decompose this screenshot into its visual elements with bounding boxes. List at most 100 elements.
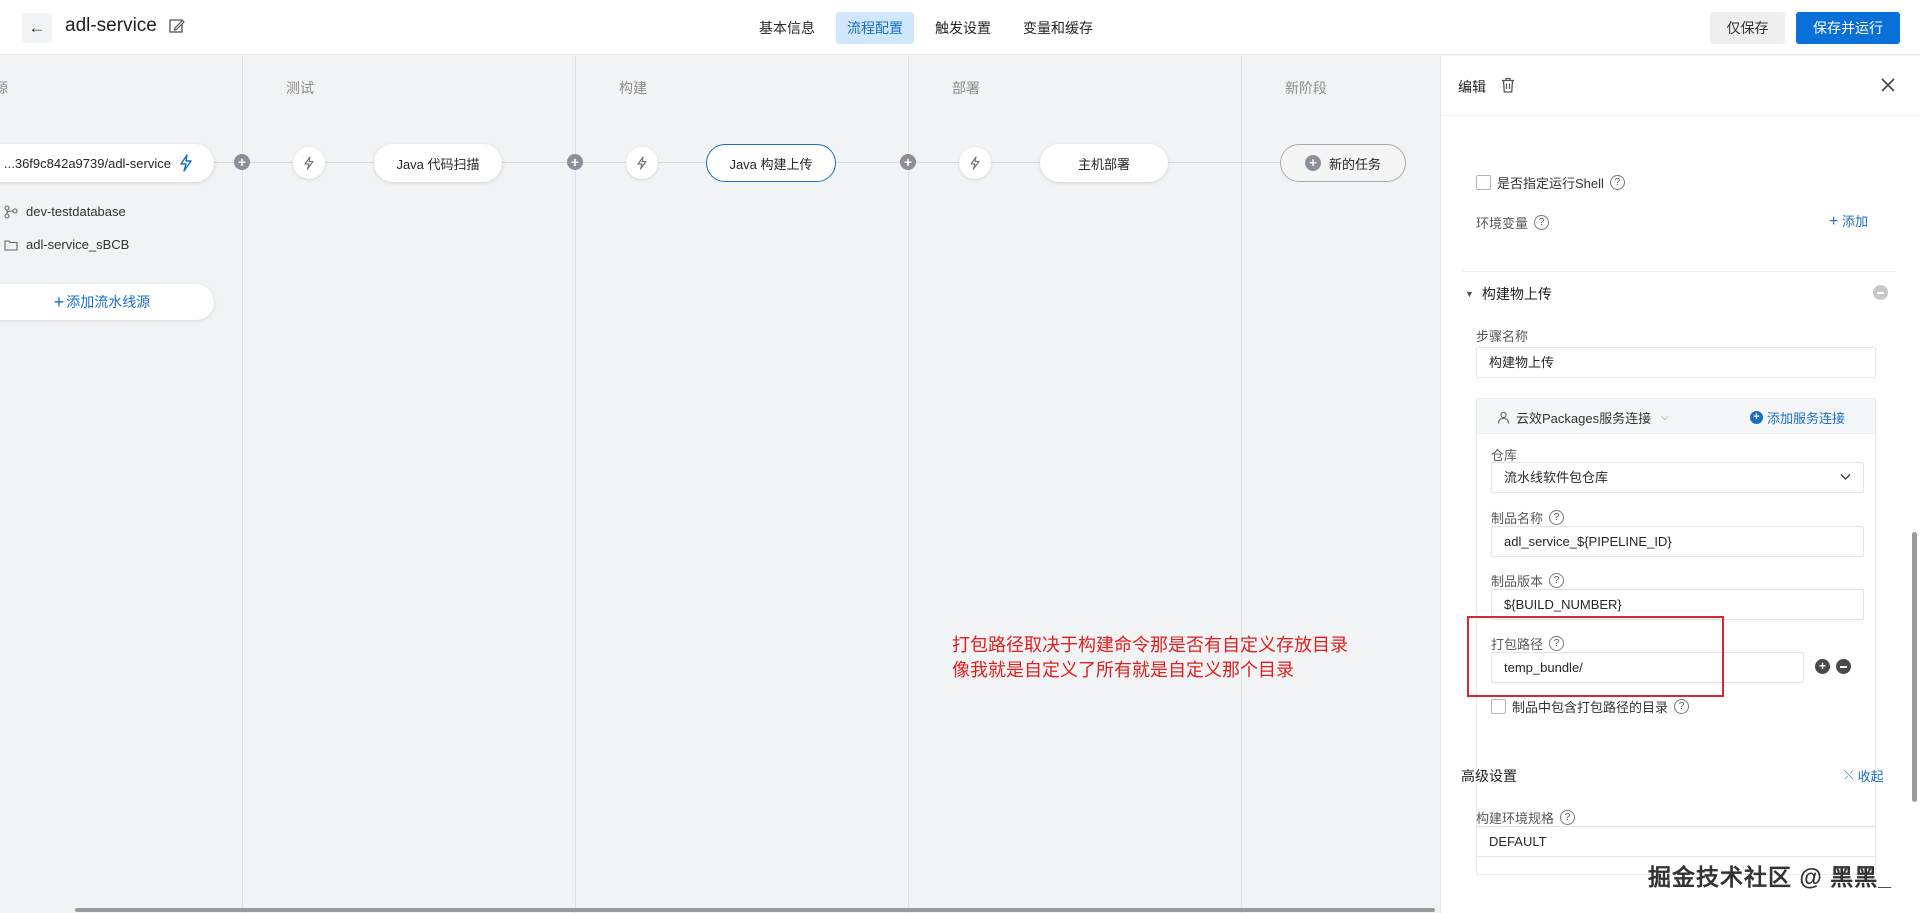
repo-select[interactable]: 流水线软件包仓库 — [1491, 462, 1864, 493]
highlight-box — [1467, 616, 1724, 697]
tab-trigger-settings[interactable]: 触发设置 — [924, 12, 1002, 44]
shell-option: 是否指定运行Shell ? — [1476, 173, 1625, 192]
service-connection-bar: 云效Packages服务连接 ⌵ + 添加服务连接 — [1476, 398, 1876, 434]
annotation-note: 打包路径取决于构建命令那是否有自定义存放目录 像我就是自定义了所有就是自定义那个… — [952, 633, 1348, 683]
trigger-lightning-icon[interactable] — [293, 147, 325, 179]
annotation-line-2: 像我就是自定义了所有就是自定义那个目录 — [952, 660, 1294, 680]
step-name-input[interactable]: 构建物上传 — [1476, 347, 1876, 378]
add-path-plus-icon[interactable]: + — [1815, 659, 1830, 674]
trigger-lightning-icon[interactable] — [626, 147, 658, 179]
artifact-name-field: 制品名称 ? — [1491, 508, 1565, 527]
collapse-icon: ⤬ — [1844, 768, 1854, 782]
add-service-connection-label: 添加服务连接 — [1767, 411, 1846, 426]
add-env-label: 添加 — [1841, 214, 1868, 229]
add-stage-plus-icon[interactable]: + — [234, 154, 250, 170]
top-bar: ← adl-service 基本信息 流程配置 触发设置 变量和缓存 仅保存 保… — [0, 0, 1920, 55]
plus-circle-icon: + — [1750, 411, 1763, 424]
shell-checkbox[interactable] — [1476, 175, 1491, 190]
plus-icon: + — [53, 291, 65, 312]
stage-divider — [575, 56, 576, 913]
help-icon[interactable]: ? — [1674, 699, 1690, 714]
stage-label-source: 源 — [0, 80, 8, 96]
source-repo-node[interactable]: ...36f9c842a9739/adl-service — [0, 144, 214, 182]
section-header[interactable]: ▼ 构建物上传 — [1465, 284, 1552, 304]
stage-label-test: 测试 — [286, 80, 314, 96]
service-connection-label: 云效Packages服务连接 — [1516, 411, 1652, 426]
step-name-label: 步骤名称 — [1476, 329, 1529, 344]
build-env-select[interactable]: DEFAULT — [1476, 826, 1876, 857]
env-vars-label: 环境变量 — [1476, 216, 1529, 231]
remove-path-minus-icon[interactable] — [1836, 659, 1851, 674]
panel-title: 编辑 — [1458, 79, 1486, 95]
add-service-connection-link[interactable]: + 添加服务连接 — [1750, 408, 1845, 427]
task-java-build-upload[interactable]: Java 构建上传 — [706, 144, 836, 182]
add-pipeline-source-button[interactable]: + 添加流水线源 — [0, 284, 214, 320]
tab-flow-config[interactable]: 流程配置 — [836, 12, 914, 44]
env-vars: 环境变量 ? — [1476, 213, 1550, 232]
shell-checkbox-label: 是否指定运行Shell — [1497, 176, 1604, 191]
task-java-code-scan[interactable]: Java 代码扫描 — [374, 144, 502, 182]
tab-variables-cache[interactable]: 变量和缓存 — [1012, 12, 1104, 44]
service-connection-select[interactable]: 云效Packages服务连接 ⌵ — [1497, 408, 1669, 427]
trigger-lightning-icon[interactable] — [959, 147, 991, 179]
section-title: 构建物上传 — [1481, 286, 1552, 302]
add-env-var-link[interactable]: + 添加 — [1829, 211, 1868, 231]
include-dir-option: 制品中包含打包路径的目录 ? — [1491, 697, 1690, 716]
include-dir-checkbox[interactable] — [1491, 699, 1506, 714]
source-branch: dev-testdatabase — [4, 204, 126, 219]
artifact-name-label: 制品名称 — [1491, 511, 1544, 526]
close-icon[interactable] — [1878, 75, 1898, 95]
help-icon[interactable]: ? — [1534, 215, 1550, 230]
tab-basic-info[interactable]: 基本信息 — [748, 12, 826, 44]
trash-icon[interactable] — [1499, 76, 1517, 94]
new-task-label: 新的任务 — [1328, 156, 1381, 172]
help-icon[interactable]: ? — [1549, 573, 1565, 588]
folder-icon — [4, 239, 18, 251]
edit-icon[interactable] — [168, 17, 186, 35]
back-arrow-icon[interactable]: ← — [22, 13, 52, 43]
build-env-label: 构建环境规格 — [1476, 811, 1555, 826]
add-stage-plus-icon[interactable]: + — [567, 154, 583, 170]
divider — [1462, 271, 1897, 272]
vertical-scrollbar[interactable] — [1912, 532, 1917, 802]
branch-icon — [4, 204, 18, 219]
help-icon[interactable]: ? — [1609, 175, 1625, 190]
edit-panel: 编辑 是否指定运行Shell ? 环境变量 ? + 添加 ▼ 构建物上传 步骤名… — [1440, 56, 1920, 913]
artifact-name-input[interactable]: adl_service_${PIPELINE_ID} — [1491, 526, 1864, 557]
new-task-button[interactable]: + 新的任务 — [1280, 144, 1406, 182]
build-env-field: 构建环境规格 ? — [1476, 808, 1576, 827]
stage-label-build: 构建 — [619, 80, 647, 96]
repo-value: 流水线软件包仓库 — [1504, 470, 1609, 485]
watermark: 掘金技术社区 @ 黑黑_ — [1648, 864, 1892, 890]
task-host-deploy[interactable]: 主机部署 — [1040, 144, 1168, 182]
chevron-down-icon: ⌵ — [1661, 412, 1669, 423]
save-and-run-button[interactable]: 保存并运行 — [1796, 12, 1900, 44]
source-folder: adl-service_sBCB — [4, 237, 129, 252]
main-tabs: 基本信息 流程配置 触发设置 变量和缓存 — [748, 12, 1114, 44]
annotation-line-1: 打包路径取决于构建命令那是否有自定义存放目录 — [952, 635, 1348, 655]
stage-divider — [1241, 56, 1242, 913]
stage-divider — [908, 56, 909, 913]
lightning-icon — [180, 154, 192, 172]
collapse-link[interactable]: ⤬ 收起 — [1844, 766, 1884, 785]
stage-divider — [242, 56, 243, 913]
plus-icon: + — [1829, 213, 1839, 230]
plus-circle-icon: + — [1304, 155, 1321, 171]
caret-down-icon: ▼ — [1465, 289, 1474, 299]
add-stage-plus-icon[interactable]: + — [900, 154, 916, 170]
collapse-label: 收起 — [1857, 769, 1884, 784]
stage-label-new-stage: 新阶段 — [1285, 80, 1327, 96]
include-dir-label: 制品中包含打包路径的目录 — [1512, 700, 1669, 715]
save-only-button[interactable]: 仅保存 — [1710, 12, 1785, 44]
horizontal-scrollbar[interactable] — [75, 908, 1435, 912]
help-icon[interactable]: ? — [1560, 810, 1576, 825]
help-icon[interactable]: ? — [1549, 510, 1565, 525]
source-repo-name: ...36f9c842a9739/adl-service — [4, 155, 171, 171]
remove-section-icon[interactable] — [1873, 285, 1888, 300]
page-title: adl-service — [65, 15, 157, 36]
branch-name: dev-testdatabase — [26, 204, 126, 219]
pipeline-canvas: 源 测试 构建 部署 新阶段 ...36f9c842a9739/adl-serv… — [0, 56, 1440, 913]
artifact-version-label: 制品版本 — [1491, 574, 1544, 589]
panel-header: 编辑 — [1441, 56, 1920, 116]
artifact-version-field: 制品版本 ? — [1491, 571, 1565, 590]
